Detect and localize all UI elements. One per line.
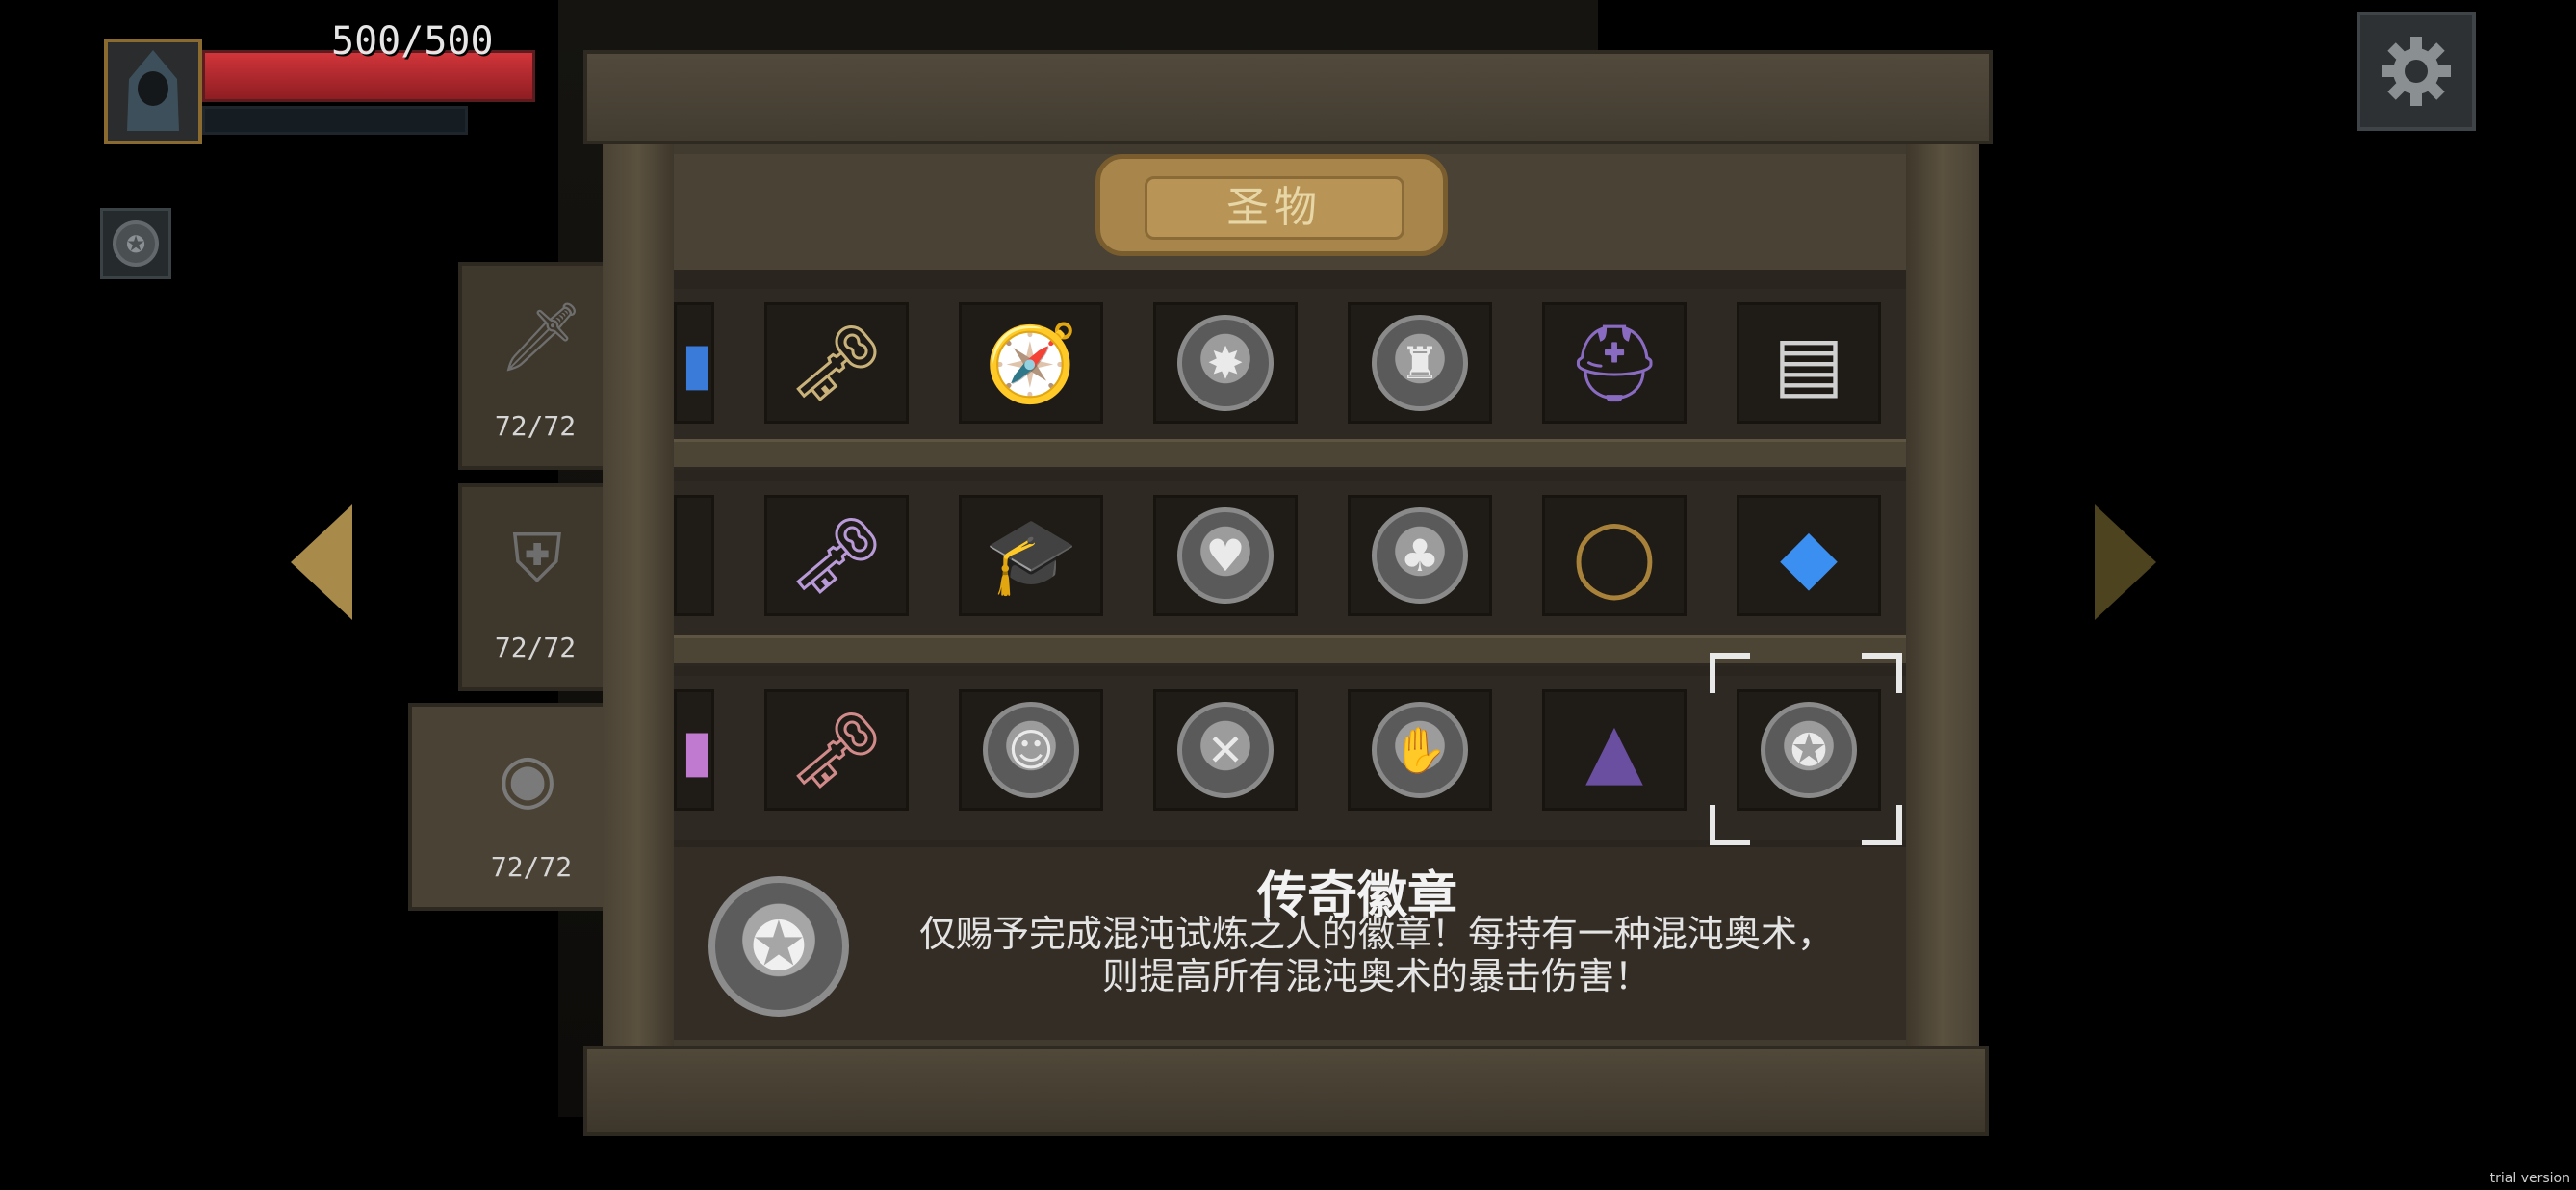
relic-icon: ◉ <box>498 738 557 817</box>
silver-badge-icon: ✸ <box>1177 315 1274 411</box>
cabinet-pillar-right <box>1906 144 1979 1049</box>
bracelet-icon: ◯ <box>1572 513 1657 600</box>
tab-count: 72/72 <box>494 410 577 442</box>
sword-icon: 🗡 <box>499 298 584 376</box>
relic-slot[interactable]: ◯ <box>1542 495 1687 616</box>
blue-item-icon: ▮ <box>681 330 713 398</box>
relic-slot[interactable]: ▲ <box>1542 689 1687 811</box>
relic-slot[interactable]: ▤ <box>1737 302 1881 424</box>
tab-count: 72/72 <box>490 851 573 883</box>
compass-icon: 🧭 <box>984 321 1078 407</box>
silver-badge-icon: ♣ <box>1372 507 1468 604</box>
horned-helmet-icon: ⛑ <box>1566 321 1662 407</box>
description-line: 则提高所有混沌奥术的暴击伤害！ <box>1101 955 1651 997</box>
relic-slot[interactable]: ▮ <box>674 689 714 811</box>
svg-text:✪: ✪ <box>126 231 145 258</box>
tab-count: 72/72 <box>494 632 577 663</box>
green-gem-key-icon: 🗝 <box>788 321 885 407</box>
title-banner: 圣物 <box>1095 154 1448 256</box>
relic-slot[interactable]: 🗝 <box>764 495 909 616</box>
relic-slot[interactable]: ♣ <box>1348 495 1492 616</box>
item-description: 仅赐予完成混沌试炼之人的徽章！每持有一种混沌奥术， 则提高所有混沌奥术的暴击伤害… <box>866 913 1887 997</box>
pink-item-icon: ▮ <box>681 717 713 785</box>
wizard-hood-icon: ▲ <box>1585 708 1643 794</box>
relic-slot[interactable]: 🧭 <box>959 302 1103 424</box>
legend-badge-icon: ✪ <box>113 220 159 267</box>
relic-slot[interactable]: ☺ <box>959 689 1103 811</box>
relic-slot[interactable] <box>674 495 714 616</box>
tab-armor[interactable]: ⛨ 72/72 <box>458 483 612 691</box>
cabinet-pillar-left <box>603 144 674 1049</box>
graduation-cap-icon: 🎓 <box>984 513 1078 600</box>
relic-slot[interactable]: 🎓 <box>959 495 1103 616</box>
gear-icon <box>2382 37 2451 106</box>
selection-cursor <box>1710 653 1902 845</box>
mana-bar <box>202 106 468 135</box>
blue-crystal-icon: ◆ <box>1780 513 1838 600</box>
settings-button[interactable] <box>2357 12 2476 131</box>
description-line: 仅赐予完成混沌试炼之人的徽章！每持有一种混沌奥术， <box>918 913 1834 955</box>
relic-slot[interactable]: ♜ <box>1348 302 1492 424</box>
silver-badge-icon: ♥ <box>1177 507 1274 604</box>
shield-icon: ⛨ <box>511 519 563 598</box>
silver-badge-icon: ✕ <box>1177 702 1274 798</box>
next-page-arrow[interactable] <box>2095 504 2156 620</box>
relic-slot[interactable]: ✸ <box>1153 302 1298 424</box>
tab-relics[interactable]: ◉ 72/72 <box>408 703 612 911</box>
purple-gem-key-icon: 🗝 <box>788 513 885 600</box>
health-text: 500/500 <box>331 19 494 64</box>
relic-slot[interactable]: ▮ <box>674 302 714 424</box>
red-gem-key-icon: 🗝 <box>788 708 885 794</box>
relic-slot[interactable]: ✕ <box>1153 689 1298 811</box>
buff-slot[interactable]: ✪ <box>100 208 171 279</box>
relic-slot[interactable]: ✋ <box>1348 689 1492 811</box>
legend-badge-icon: ✪ <box>708 876 849 1017</box>
relic-slot[interactable]: 🗝 <box>764 302 909 424</box>
hooded-figure-icon <box>127 50 179 131</box>
cabinet-title: 圣物 <box>1145 176 1404 240</box>
shelf-plank <box>674 439 1906 470</box>
relic-slot[interactable]: 🗝 <box>764 689 909 811</box>
silver-badge-icon: ✋ <box>1372 702 1468 798</box>
player-portrait[interactable] <box>104 39 202 144</box>
relic-slot[interactable]: ⛑ <box>1542 302 1687 424</box>
silver-badge-icon: ♜ <box>1372 315 1468 411</box>
relic-slot[interactable]: ♥ <box>1153 495 1298 616</box>
cabinet-base <box>583 1046 1989 1136</box>
silver-badge-icon: ☺ <box>983 702 1079 798</box>
prev-page-arrow[interactable] <box>291 504 352 620</box>
watermark: trial version <box>2489 1171 2570 1186</box>
cabinet-top <box>583 50 1993 144</box>
relic-slot[interactable]: ◆ <box>1737 495 1881 616</box>
paint-palette-icon: ▤ <box>1773 321 1844 407</box>
tab-weapons[interactable]: 🗡 72/72 <box>458 262 612 470</box>
